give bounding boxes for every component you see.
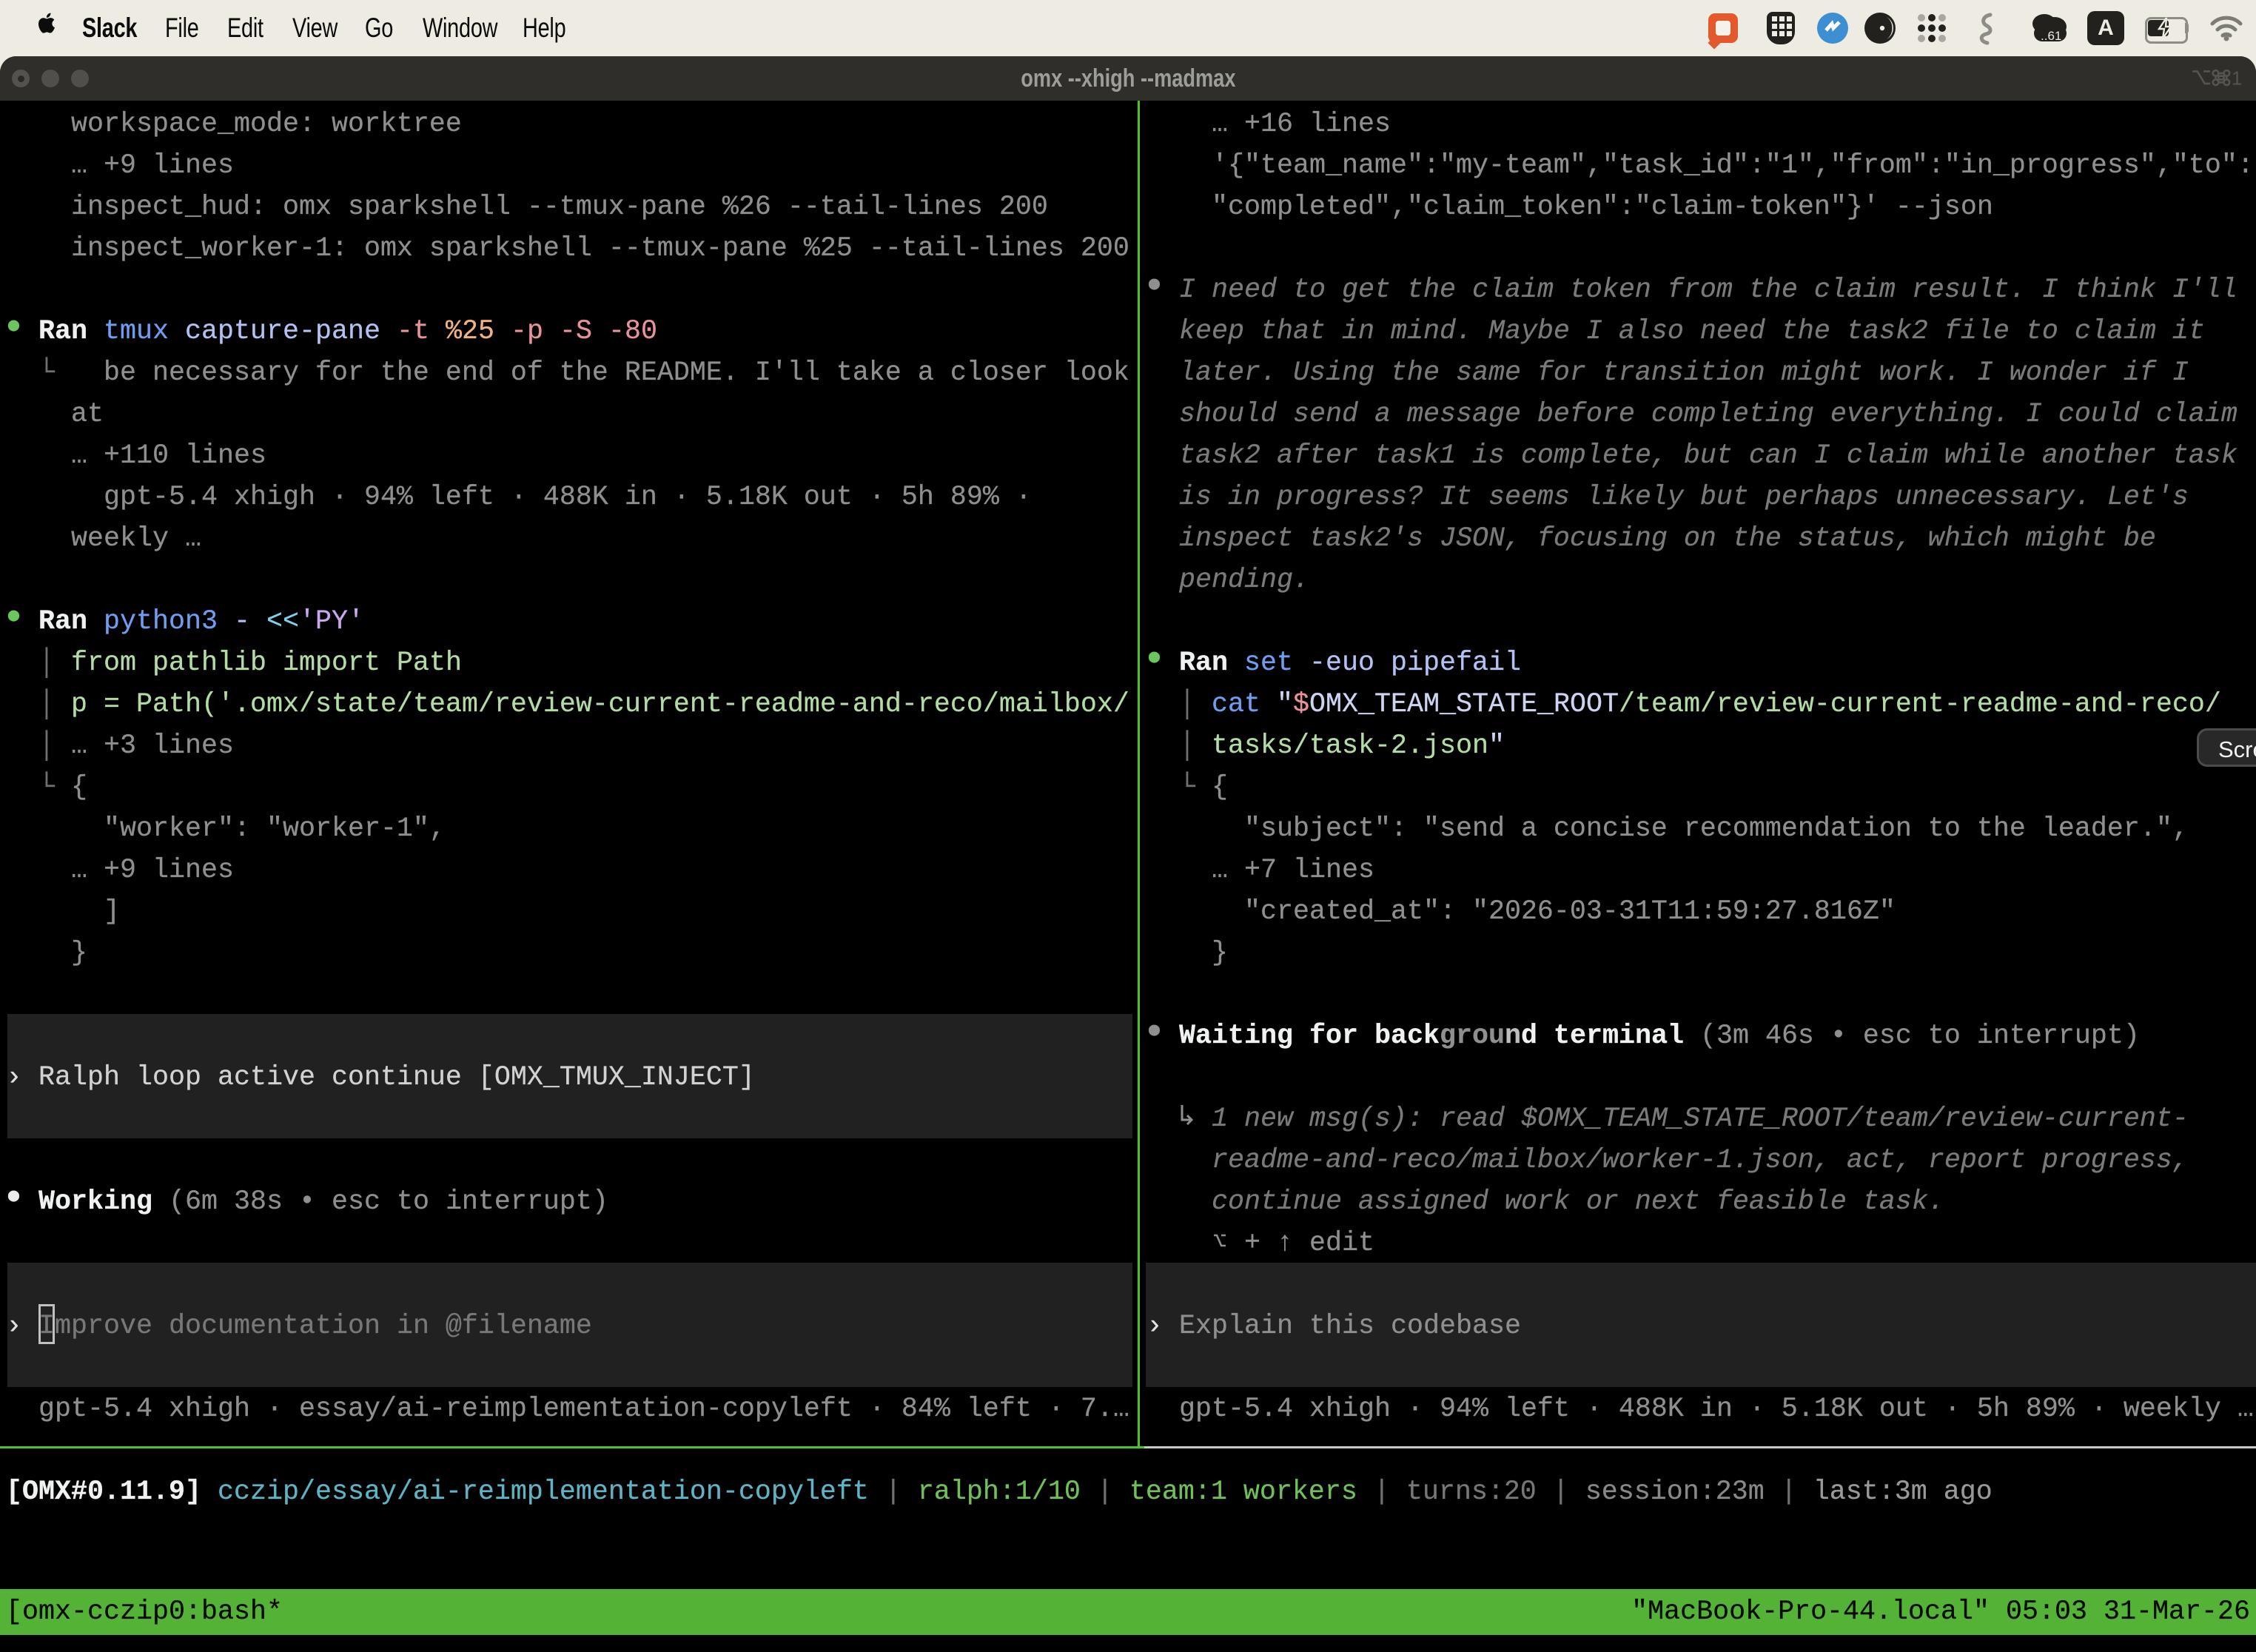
svg-text:..61: ..61 [2041, 29, 2061, 43]
svg-text:1: 1 [2232, 69, 2242, 90]
